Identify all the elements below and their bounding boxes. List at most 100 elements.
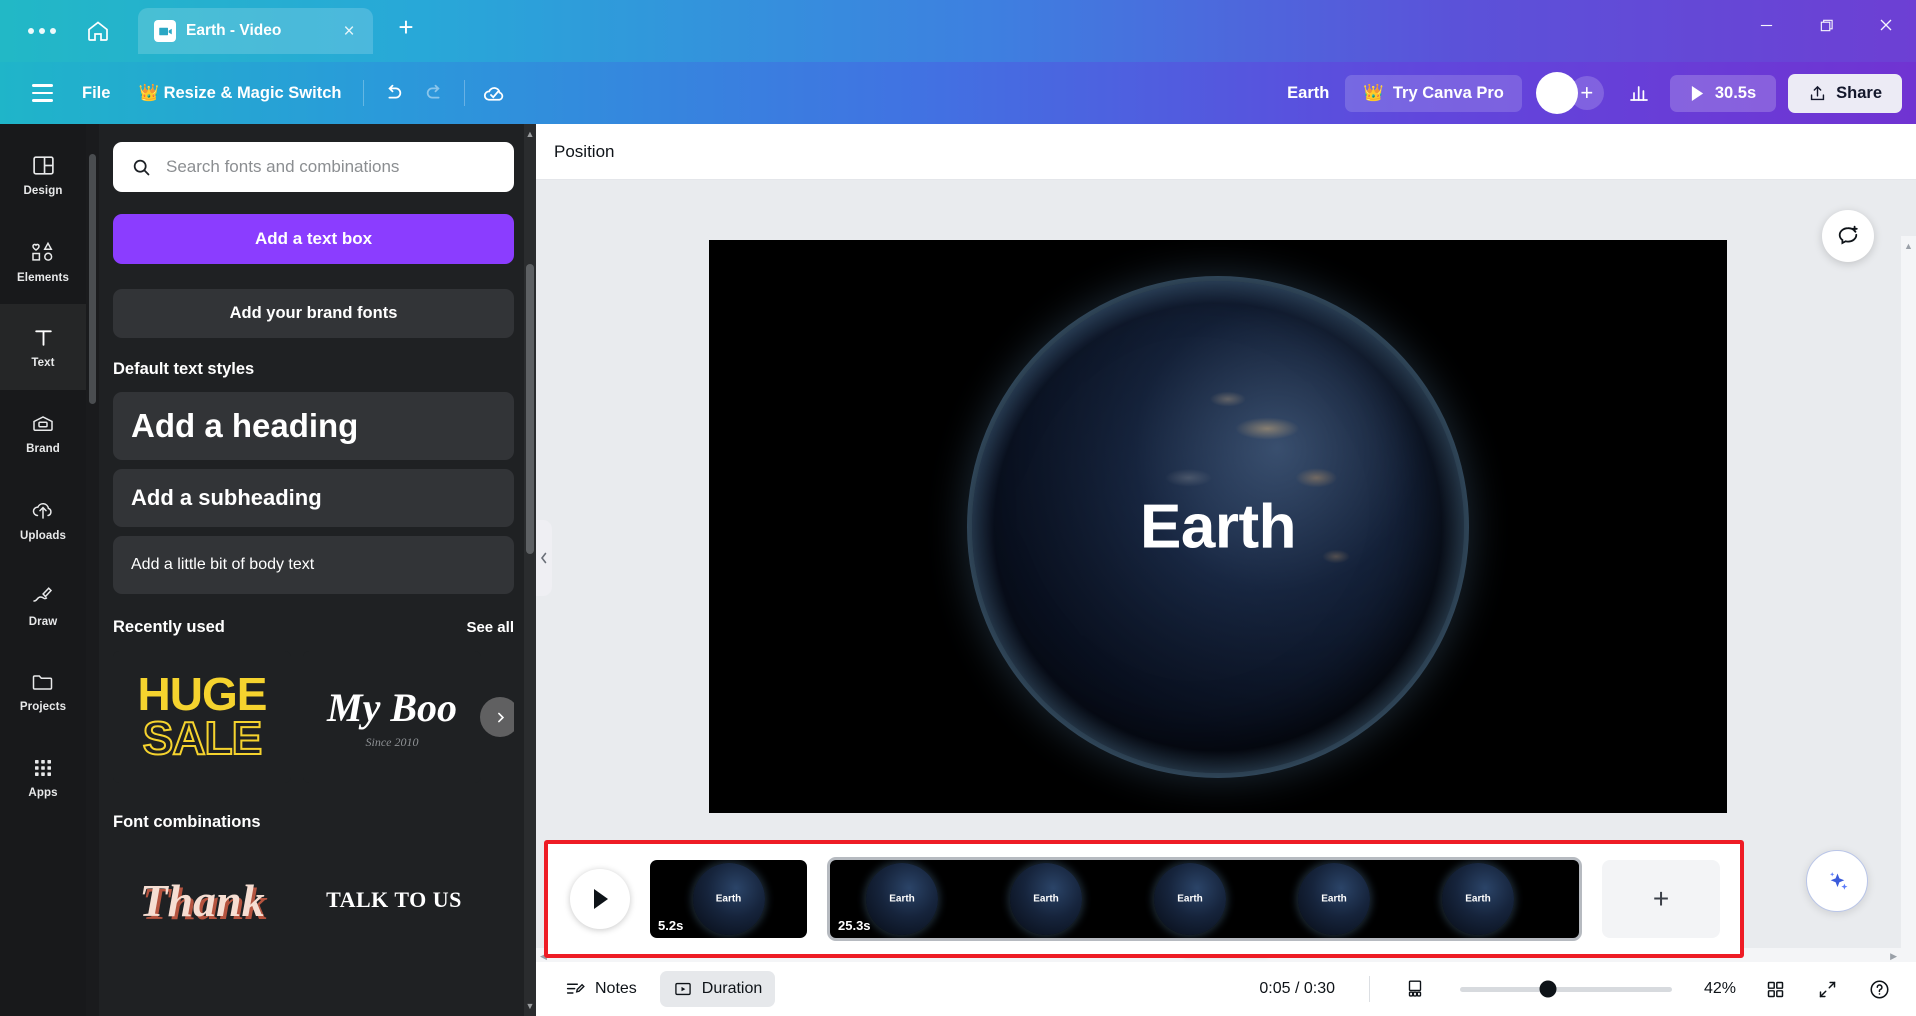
plus-icon[interactable]: +: [389, 12, 423, 43]
sidebar-item-label: Draw: [28, 615, 58, 628]
clip-text-label: Earth: [715, 893, 742, 905]
canvas-vertical-scrollbar[interactable]: ▲ ▼: [1901, 236, 1916, 1004]
chevron-up-icon[interactable]: ▲: [524, 126, 536, 142]
duration-label: 30.5s: [1714, 83, 1757, 102]
sidebar-item-design[interactable]: Design: [0, 132, 86, 218]
scrollbar-thumb[interactable]: [526, 264, 534, 554]
timeline-clip-2-selected[interactable]: Earth Earth Earth Earth Earth 25.3s: [827, 857, 1582, 941]
preview-duration-button[interactable]: 30.5s: [1669, 74, 1777, 112]
sidebar-item-brand[interactable]: Brand: [0, 390, 86, 476]
expand-icon[interactable]: [1806, 968, 1848, 1010]
video-camera-icon: [154, 20, 176, 42]
sidebar-item-apps[interactable]: Apps: [0, 734, 86, 820]
add-text-box-button[interactable]: Add a text box: [113, 214, 514, 264]
duration-button[interactable]: Duration: [659, 971, 776, 1007]
document-title[interactable]: Earth: [1271, 76, 1345, 111]
list-item[interactable]: HUGE SALE: [113, 651, 291, 783]
fit-page-icon[interactable]: [1394, 968, 1436, 1010]
recent-item-line2: Since 2010: [365, 735, 419, 749]
canvas-workspace: Earth ▲ ▼: [536, 180, 1916, 1004]
hamburger-menu-icon[interactable]: [16, 71, 68, 115]
position-button[interactable]: Position: [554, 142, 614, 162]
sidebar-item-elements[interactable]: Elements: [0, 218, 86, 304]
file-menu-button[interactable]: File: [68, 76, 124, 111]
redo-icon[interactable]: [414, 72, 456, 114]
share-button[interactable]: Share: [1788, 73, 1902, 113]
add-brand-fonts-button[interactable]: Add your brand fonts: [113, 289, 514, 338]
divider: [464, 80, 466, 106]
notes-icon: [565, 979, 586, 1000]
list-item[interactable]: Thank: [113, 850, 291, 950]
sidebar-item-projects[interactable]: Projects: [0, 648, 86, 734]
sidebar-item-label: Brand: [26, 442, 60, 455]
sidebar-item-draw[interactable]: Draw: [0, 562, 86, 648]
see-all-link[interactable]: See all: [466, 619, 514, 636]
position-toolbar: Position: [536, 124, 1916, 180]
clip-text-label: Earth: [889, 893, 915, 905]
list-item[interactable]: TALK TO US: [305, 850, 483, 950]
undo-icon[interactable]: [372, 72, 414, 114]
sidebar-item-label: Text: [31, 357, 55, 369]
bar-chart-icon[interactable]: [1618, 72, 1660, 114]
magic-sparkle-icon[interactable]: [1806, 850, 1868, 912]
chevron-right-icon[interactable]: [480, 697, 514, 737]
panel-left-scrollbar[interactable]: [86, 124, 99, 1016]
maximize-icon[interactable]: [1796, 0, 1856, 50]
section-title: Font combinations: [113, 813, 261, 831]
clip-frame: Earth: [1118, 860, 1262, 938]
zoom-level[interactable]: 42%: [1696, 980, 1744, 998]
timeline-clip-1[interactable]: Earth 5.2s: [650, 860, 807, 938]
sidebar-item-label: Apps: [28, 786, 58, 799]
browser-tab-title: Earth - Video: [186, 22, 282, 39]
font-combinations-row: Thank TALK TO US: [113, 850, 514, 950]
clip-frame: [1550, 860, 1579, 938]
search-fonts-box[interactable]: [113, 142, 514, 192]
grid-view-icon[interactable]: [1754, 968, 1796, 1010]
plus-icon[interactable]: +: [1569, 76, 1604, 110]
resize-magic-switch-button[interactable]: 👑 Resize & Magic Switch: [124, 76, 355, 111]
help-circle-icon[interactable]: [1858, 968, 1900, 1010]
zoom-slider[interactable]: [1460, 980, 1672, 998]
add-comment-icon[interactable]: [1822, 210, 1874, 262]
panel-scrollbar[interactable]: ▲ ▼: [524, 124, 536, 1016]
add-heading-style[interactable]: Add a heading: [113, 392, 514, 460]
list-item[interactable]: My Boo Since 2010: [303, 651, 481, 783]
home-icon[interactable]: [76, 9, 120, 53]
add-body-text-style[interactable]: Add a little bit of body text: [113, 536, 514, 594]
timeline-play-button[interactable]: [570, 869, 630, 929]
notes-button[interactable]: Notes: [552, 971, 650, 1008]
editor-header: File 👑 Resize & Magic Switch Earth 👑 Try…: [0, 62, 1916, 124]
canvas-text-element[interactable]: Earth: [709, 491, 1727, 562]
try-canva-pro-button[interactable]: 👑 Try Canva Pro: [1345, 74, 1522, 112]
more-options-icon[interactable]: [14, 28, 70, 34]
upload-icon: [1808, 84, 1827, 103]
sidebar-item-uploads[interactable]: Uploads: [0, 476, 86, 562]
browser-title-bar: Earth - Video × +: [0, 0, 1916, 62]
chevron-right-icon[interactable]: ▶: [1890, 951, 1897, 962]
search-input[interactable]: [166, 157, 496, 177]
close-icon[interactable]: [1856, 0, 1916, 50]
collapse-panel-handle[interactable]: [536, 520, 552, 596]
play-icon: [1690, 85, 1705, 102]
add-page-button[interactable]: +: [1602, 860, 1720, 938]
default-text-styles-header: Default text styles: [113, 360, 514, 379]
clip-duration-badge: 5.2s: [658, 918, 684, 933]
chevron-up-icon[interactable]: ▲: [1901, 237, 1916, 254]
zoom-slider-handle[interactable]: [1539, 980, 1557, 998]
browser-tab-earth-video[interactable]: Earth - Video ×: [138, 8, 373, 54]
recent-item-line1: My Boo: [327, 685, 457, 730]
left-tool-rail: Design Elements Text Brand Uploads Draw …: [0, 124, 86, 1016]
sidebar-item-label: Projects: [19, 700, 67, 713]
clip-text-label: Earth: [1465, 893, 1491, 905]
add-subheading-style[interactable]: Add a subheading: [113, 469, 514, 527]
scrollbar-thumb[interactable]: [89, 154, 96, 404]
cloud-check-icon[interactable]: [473, 72, 515, 114]
sidebar-item-label: Uploads: [19, 529, 67, 542]
divider: [1369, 976, 1370, 1002]
close-icon[interactable]: ×: [337, 22, 361, 41]
recently-used-carousel: HUGE SALE My Boo Since 2010: [113, 651, 514, 783]
sidebar-item-text[interactable]: Text: [0, 304, 86, 390]
design-canvas[interactable]: Earth: [709, 240, 1727, 813]
chevron-down-icon[interactable]: ▼: [524, 998, 536, 1014]
minimize-icon[interactable]: [1736, 0, 1796, 50]
